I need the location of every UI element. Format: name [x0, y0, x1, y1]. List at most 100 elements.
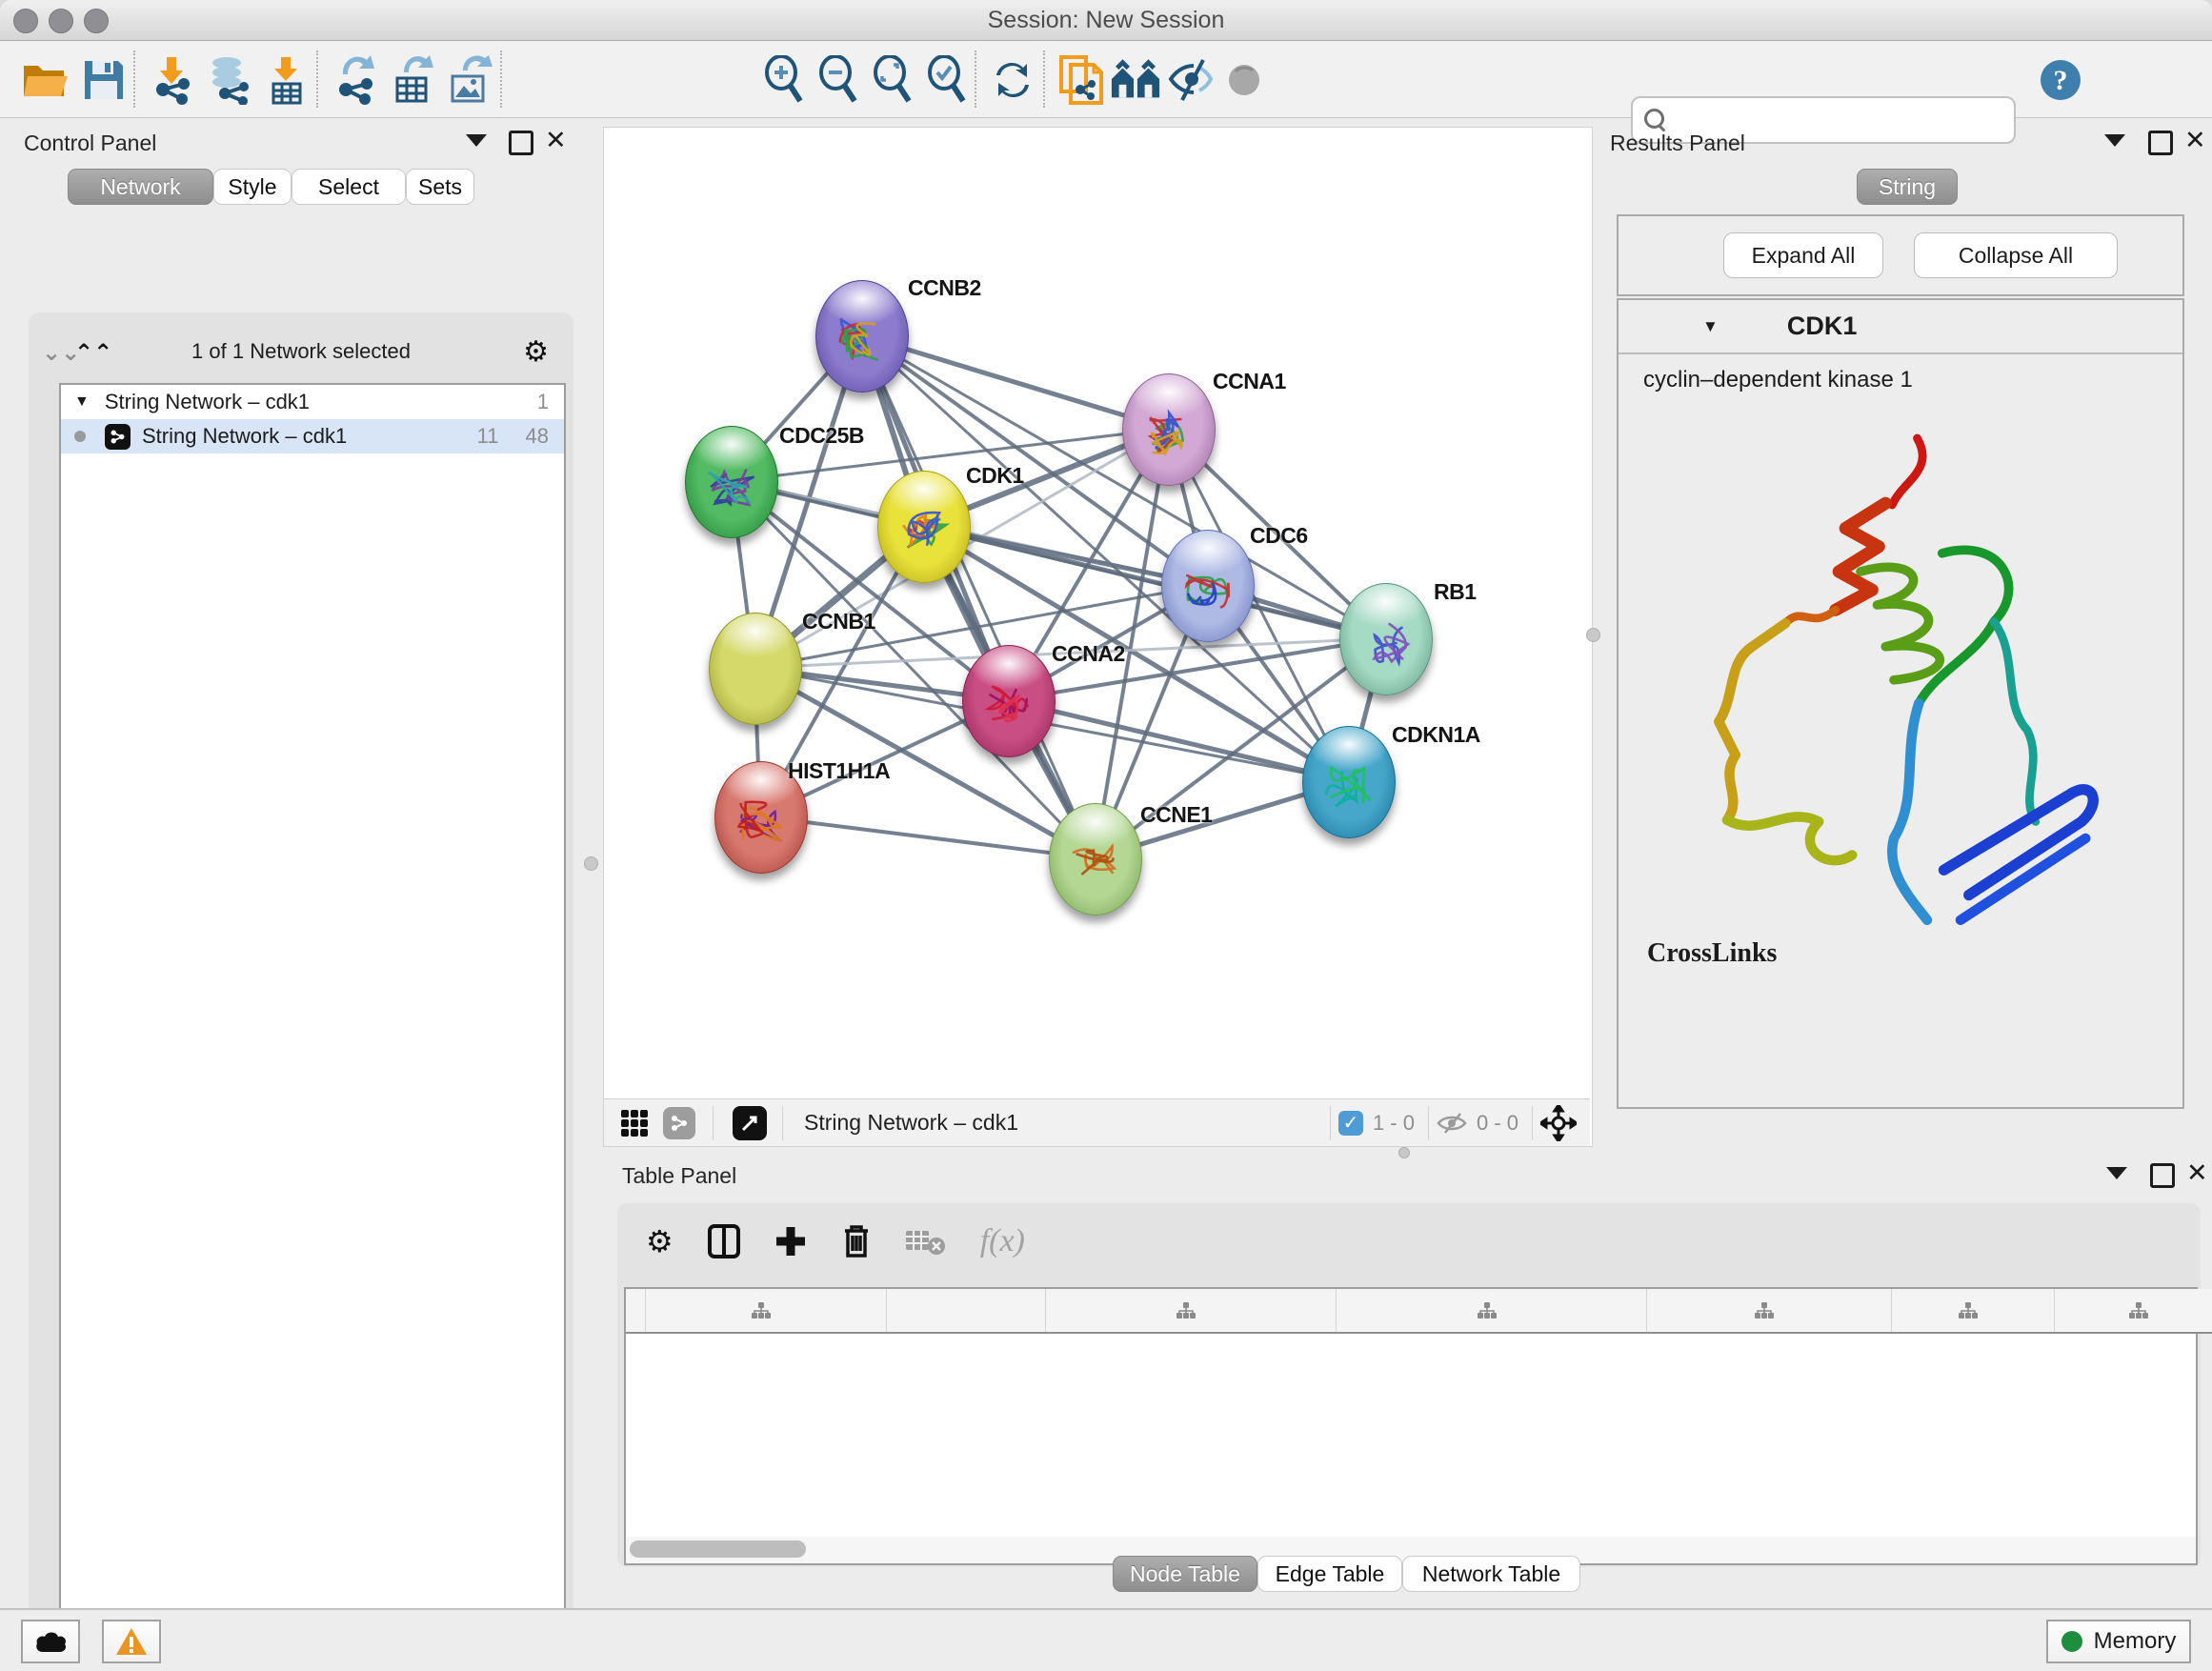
results-panel-float-button[interactable]	[2104, 134, 2129, 159]
network-edge[interactable]	[923, 526, 1385, 638]
delete-table-icon[interactable]	[906, 1227, 946, 1256]
column-header[interactable]	[2055, 1289, 2212, 1333]
open-in-window-icon[interactable]	[733, 1106, 767, 1140]
table-row[interactable]	[626, 1333, 2212, 1375]
new-network-from-selection-icon[interactable]	[1056, 54, 1107, 106]
collection-expand-arrow[interactable]: ▼	[74, 393, 90, 411]
column-header[interactable]	[1647, 1289, 1892, 1333]
open-session-icon[interactable]	[19, 54, 70, 106]
network-node-cdc25b[interactable]	[685, 426, 778, 538]
pan-crosshair-icon[interactable]	[1540, 1105, 1577, 1141]
tab-edge-table[interactable]: Edge Table	[1257, 1556, 1402, 1592]
network-node-ccna1[interactable]	[1122, 373, 1216, 486]
left-splitter-handle[interactable]	[584, 856, 598, 871]
footer-separator	[1532, 1106, 1533, 1140]
control-panel-close-button[interactable]: ✕	[545, 129, 570, 153]
import-network-from-database-icon[interactable]	[203, 54, 254, 106]
network-row[interactable]: String Network – cdk1 11 48	[61, 419, 564, 453]
zoom-in-icon[interactable]	[757, 54, 809, 106]
save-session-icon[interactable]	[78, 54, 130, 106]
network-node-rb1[interactable]	[1339, 583, 1433, 695]
column-header[interactable]	[646, 1289, 887, 1333]
table-panel-float-button[interactable]	[2106, 1167, 2131, 1192]
zoom-selected-icon[interactable]	[920, 54, 972, 106]
protein-structure-thumbnail	[1123, 374, 1215, 485]
import-network-from-file-icon[interactable]	[146, 54, 197, 106]
toolbar-separator	[133, 50, 135, 108]
string-app-icon	[105, 424, 131, 450]
node-label: CDKN1A	[1392, 722, 1480, 748]
protein-structure-thumbnail	[963, 646, 1055, 756]
zoom-fit-icon[interactable]	[866, 54, 917, 106]
help-button[interactable]: ?	[2035, 54, 2086, 106]
network-node-cdc6[interactable]	[1161, 530, 1255, 642]
results-buttons-box: Expand All Collapse All	[1617, 214, 2184, 296]
scrollbar-thumb[interactable]	[630, 1540, 806, 1558]
column-header[interactable]	[887, 1289, 1046, 1333]
network-label: String Network – cdk1	[142, 424, 347, 449]
table-cell	[1892, 1333, 2055, 1375]
selected-count-checkbox[interactable]: ✓	[1338, 1111, 1363, 1136]
export-image-icon[interactable]	[443, 54, 494, 106]
cloud-button[interactable]	[21, 1620, 80, 1663]
tab-network-table[interactable]: Network Table	[1402, 1556, 1580, 1592]
network-edge[interactable]	[861, 335, 1095, 858]
import-table-from-file-icon[interactable]	[260, 54, 312, 106]
table-options-gear-icon[interactable]: ⚙	[646, 1223, 674, 1259]
memory-button[interactable]: Memory	[2046, 1620, 2191, 1663]
add-column-icon[interactable]	[774, 1225, 807, 1258]
show-columns-icon[interactable]	[708, 1224, 740, 1258]
network-node-ccne1[interactable]	[1049, 803, 1142, 916]
string-view-icon[interactable]	[663, 1107, 695, 1139]
column-header[interactable]	[1892, 1289, 2055, 1333]
hidden-eye-icon[interactable]	[1437, 1112, 1467, 1135]
network-view: CCNB2CCNA1CDC25BCDK1CDC6RB1CCNB1CCNA2CDK…	[603, 127, 1593, 1147]
table-cell	[2055, 1333, 2212, 1375]
apply-layout-icon[interactable]	[987, 54, 1038, 106]
expand-all-button[interactable]: Expand All	[1723, 232, 1883, 278]
entry-collapse-arrow[interactable]: ▼	[1702, 317, 1719, 336]
results-panel-maximize-button[interactable]	[2148, 131, 2173, 155]
network-node-ccnb1[interactable]	[709, 613, 802, 725]
table-panel-close-button[interactable]: ✕	[2186, 1161, 2211, 1186]
show-all-icon[interactable]	[1218, 54, 1270, 106]
zoom-out-icon[interactable]	[812, 54, 863, 106]
tab-sets[interactable]: Sets	[406, 169, 474, 205]
results-panel-close-button[interactable]: ✕	[2184, 129, 2209, 153]
crosslinks-section: CrossLinks	[1647, 938, 1828, 1036]
network-node-cdk1[interactable]	[877, 471, 971, 583]
tab-string-results[interactable]: String	[1857, 169, 1958, 205]
hide-selection-icon[interactable]	[1164, 54, 1216, 106]
network-options-gear-icon[interactable]: ⚙	[523, 335, 549, 369]
tab-select[interactable]: Select	[292, 169, 406, 205]
table-cell	[887, 1333, 1046, 1375]
tab-style[interactable]: Style	[213, 169, 292, 205]
collapse-all-button[interactable]: Collapse All	[1914, 232, 2118, 278]
protein-structure-thumbnail	[1303, 727, 1395, 837]
toolbar-separator	[500, 50, 502, 108]
export-table-icon[interactable]	[386, 54, 437, 106]
export-network-icon[interactable]	[329, 54, 380, 106]
protein-structure-thumbnail	[1162, 531, 1254, 641]
function-builder-icon[interactable]: f(x)	[980, 1223, 1025, 1259]
memory-label: Memory	[2094, 1628, 2177, 1655]
warnings-button[interactable]	[102, 1620, 161, 1663]
node-label: HIST1H1A	[788, 758, 890, 784]
tab-node-table[interactable]: Node Table	[1113, 1556, 1257, 1592]
network-node-ccnb2[interactable]	[815, 280, 909, 393]
column-header[interactable]	[1046, 1289, 1337, 1333]
birds-eye-view-icon[interactable]	[619, 1108, 650, 1138]
column-header[interactable]	[1337, 1289, 1647, 1333]
node-table	[624, 1287, 2198, 1540]
delete-column-icon[interactable]	[841, 1223, 872, 1259]
network-node-ccna2[interactable]	[962, 645, 1056, 757]
first-neighbors-icon[interactable]	[1110, 54, 1161, 106]
network-canvas[interactable]: CCNB2CCNA1CDC25BCDK1CDC6RB1CCNB1CCNA2CDK…	[604, 128, 1590, 1098]
network-collection-row[interactable]: ▼ String Network – cdk1 1	[61, 385, 564, 419]
control-panel-maximize-button[interactable]	[509, 131, 533, 155]
tab-network[interactable]: Network	[68, 169, 213, 205]
network-edge[interactable]	[760, 816, 1095, 858]
control-panel-float-button[interactable]	[466, 134, 491, 159]
network-node-cdkn1a[interactable]	[1302, 726, 1396, 838]
table-panel-maximize-button[interactable]	[2150, 1163, 2175, 1188]
